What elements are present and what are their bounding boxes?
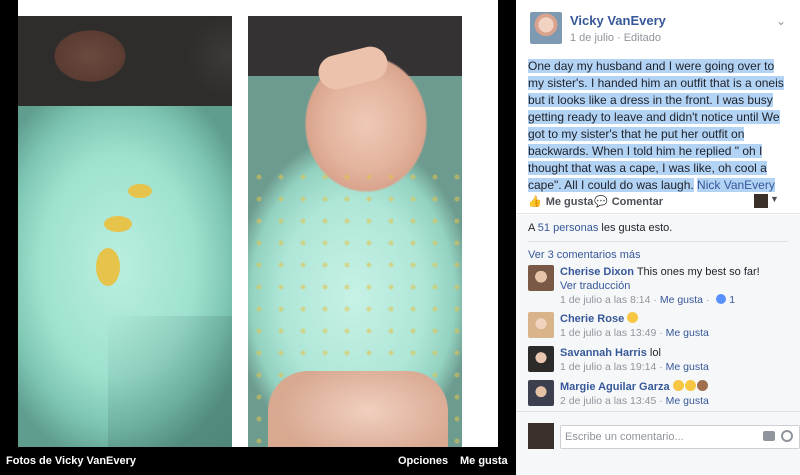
- more-comments-link[interactable]: Ver 3 comentarios más: [528, 249, 641, 261]
- options-link[interactable]: Opciones: [398, 455, 448, 467]
- comment-like-link[interactable]: Me gusta: [666, 395, 709, 407]
- comment-like-link[interactable]: Me gusta: [666, 327, 709, 339]
- translate-link[interactable]: Ver traducción: [560, 279, 790, 293]
- caption-bar: Fotos de Vicky VanEvery Opciones Me gust…: [0, 447, 516, 475]
- meta-separator: ·: [617, 32, 621, 44]
- post-text: One day my husband and I were going over…: [528, 58, 790, 194]
- commenter-avatar[interactable]: [528, 312, 554, 338]
- grinning-emoji-icon: [627, 312, 639, 323]
- commenter-name[interactable]: Cherise Dixon: [560, 266, 634, 278]
- comment-meta: 1 de julio a las 19:14 · Me gusta: [560, 361, 709, 373]
- duck-print: [128, 184, 152, 198]
- commenter-avatar[interactable]: [528, 265, 554, 291]
- likes-count-link[interactable]: 51 personas: [538, 222, 599, 234]
- duck-print: [96, 248, 120, 286]
- comment-item: Savannah Harris lol 1 de julio a las 19:…: [528, 346, 790, 376]
- action-bar: 👍 Me gusta 💬 Comentar ▼: [516, 188, 800, 214]
- likes-prefix: A: [528, 222, 535, 234]
- comment-meta: 1 de julio a las 13:49 · Me gusta: [560, 327, 709, 339]
- commenter-avatar[interactable]: [528, 380, 554, 406]
- comment-body: Cherise Dixon This ones my best so far! …: [560, 265, 790, 307]
- like-count-icon: [716, 294, 727, 304]
- post-date[interactable]: 1 de julio: [570, 32, 614, 44]
- likes-summary: A 51 personas les gusta esto.: [528, 222, 672, 234]
- comment-date[interactable]: 1 de julio a las 8:14: [560, 294, 650, 306]
- baby-arm: [314, 43, 392, 93]
- duck-print: [104, 216, 132, 232]
- comment-item: Margie Aguilar Garza 2 de julio a las 13…: [528, 380, 790, 410]
- edited-label[interactable]: Editado: [624, 32, 661, 44]
- emoji-icon[interactable]: [781, 430, 793, 442]
- comment-body: Cherie Rose 1 de julio a las 13:49 · Me …: [560, 312, 790, 340]
- comment-like-link[interactable]: Me gusta: [666, 361, 709, 373]
- comment-date[interactable]: 2 de julio a las 13:45: [560, 395, 656, 407]
- divider: [528, 241, 788, 242]
- divider: [516, 411, 800, 412]
- photo-baby-front[interactable]: [248, 16, 462, 447]
- author-name[interactable]: Vicky VanEvery: [570, 13, 666, 28]
- viewer-avatar: [528, 423, 554, 449]
- comment-like-link[interactable]: Me gusta: [660, 294, 703, 306]
- comment-button[interactable]: 💬 Comentar: [594, 195, 664, 209]
- photo-baby-back[interactable]: [18, 16, 232, 447]
- laughing-emoji-icon: [672, 380, 684, 391]
- comment-item: Cherie Rose 1 de julio a las 13:49 · Me …: [528, 312, 790, 342]
- photo-viewer: Fotos de Vicky VanEvery Opciones Me gust…: [0, 0, 516, 475]
- comment-text: This ones my best so far!: [636, 266, 760, 278]
- likes-suffix: les gusta esto.: [601, 222, 673, 234]
- comment-label: Comentar: [611, 195, 664, 208]
- post-body: One day my husband and I were going over…: [528, 59, 784, 192]
- comment-meta: 1 de julio a las 8:14 · Me gusta · 1: [560, 294, 736, 306]
- post-panel: Vicky VanEvery 1 de julio · Editado ⌄ One …: [516, 0, 800, 475]
- commenter-avatar[interactable]: [528, 346, 554, 372]
- like-button[interactable]: 👍 Me gusta: [528, 195, 594, 209]
- chevron-down-icon[interactable]: ⌄: [776, 14, 786, 28]
- comment-body: Savannah Harris lol 1 de julio a las 19:…: [560, 346, 790, 374]
- comment-date[interactable]: 1 de julio a las 19:14: [560, 361, 656, 373]
- comment-text: lol: [649, 347, 661, 359]
- comment-body: Margie Aguilar Garza 2 de julio a las 13…: [560, 380, 790, 408]
- commenter-name[interactable]: Cherie Rose: [560, 313, 624, 325]
- actor-caret-icon[interactable]: ▼: [770, 194, 779, 204]
- photo-like-link[interactable]: Me gusta: [460, 455, 508, 467]
- see-no-evil-monkey-icon: [696, 380, 708, 391]
- comment-box[interactable]: [560, 425, 800, 449]
- commenter-name[interactable]: Margie Aguilar Garza: [560, 381, 670, 393]
- comment-item: Cherise Dixon This ones my best so far! …: [528, 265, 790, 309]
- baby-legs: [268, 371, 448, 447]
- camera-icon[interactable]: [763, 431, 775, 441]
- comment-like-count[interactable]: 1: [729, 294, 735, 306]
- photo-shadow: [108, 316, 232, 447]
- laughing-emoji-icon: [684, 380, 696, 391]
- album-title[interactable]: Fotos de Vicky VanEvery: [6, 455, 136, 467]
- author-avatar[interactable]: [530, 12, 562, 44]
- like-label: Me gusta: [545, 195, 594, 208]
- comment-composer: [528, 421, 800, 449]
- comment-icon: 💬: [594, 196, 608, 208]
- comment-meta: 2 de julio a las 13:45 · Me gusta: [560, 395, 709, 407]
- comment-date[interactable]: 1 de julio a las 13:49: [560, 327, 656, 339]
- comment-input[interactable]: [565, 429, 745, 445]
- actor-avatar[interactable]: [754, 194, 768, 208]
- post-meta: 1 de julio · Editado: [570, 32, 661, 44]
- commenter-name[interactable]: Savannah Harris: [560, 347, 647, 359]
- thumbs-up-icon: 👍: [528, 196, 542, 208]
